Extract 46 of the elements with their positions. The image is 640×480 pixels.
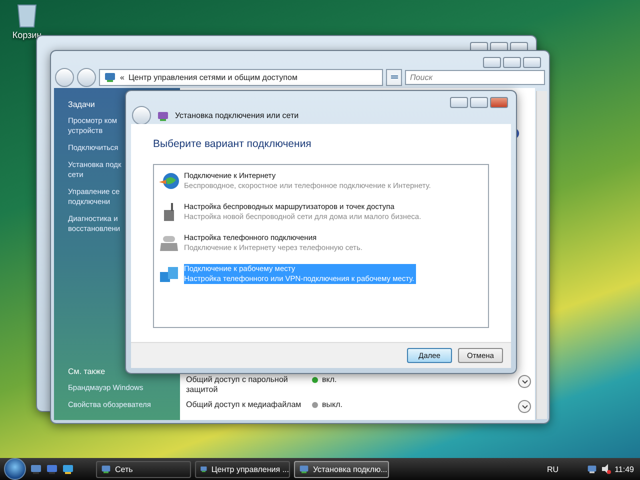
forward-button[interactable] bbox=[77, 68, 96, 86]
breadcrumb-mark: « bbox=[120, 72, 124, 82]
back-button[interactable] bbox=[55, 68, 74, 86]
speaker-icon[interactable] bbox=[600, 464, 611, 474]
chevron-down-icon bbox=[522, 404, 528, 408]
search-field[interactable]: Поиск bbox=[405, 70, 545, 84]
taskbar-button[interactable]: Центр управления ... bbox=[195, 460, 290, 478]
language-indicator[interactable]: RU bbox=[547, 464, 559, 474]
sharing-label: Общий доступ к медиафайлам bbox=[186, 400, 302, 410]
network-icon bbox=[586, 464, 597, 474]
network-icon bbox=[299, 464, 309, 474]
address-bar[interactable]: « Центр управления сетями и общим доступом bbox=[99, 68, 383, 86]
minimize-button[interactable] bbox=[450, 97, 468, 108]
taskbar-button[interactable]: Сеть bbox=[96, 460, 191, 478]
trash-icon[interactable] bbox=[16, 2, 38, 28]
network-icon bbox=[157, 110, 169, 122]
sharing-label: Общий доступ с парольной защитой bbox=[186, 375, 289, 395]
sharing-status: вкл. bbox=[322, 375, 338, 384]
minimize-button[interactable] bbox=[483, 57, 501, 68]
close-button[interactable] bbox=[490, 97, 508, 108]
globe-icon bbox=[158, 171, 180, 191]
network-icon bbox=[104, 71, 116, 83]
desktop-icon bbox=[30, 463, 42, 475]
close-button[interactable] bbox=[523, 57, 541, 68]
clock[interactable]: 11:49 bbox=[614, 464, 634, 474]
dialog-heading: Выберите вариант подключения bbox=[153, 138, 312, 150]
chevron-down-icon bbox=[522, 380, 528, 384]
dialog-title: Установка подключения или сети bbox=[175, 111, 299, 120]
sidebar-heading: Задачи bbox=[68, 100, 96, 109]
office-icon bbox=[158, 264, 180, 284]
taskbar-button[interactable]: Установка подклю... bbox=[294, 460, 389, 478]
back-button[interactable] bbox=[132, 106, 151, 125]
sidebar-heading: См. также bbox=[68, 367, 106, 376]
maximize-button[interactable] bbox=[503, 57, 521, 68]
network-icon bbox=[101, 464, 111, 474]
phone-icon bbox=[158, 233, 180, 253]
scrollbar[interactable] bbox=[536, 91, 547, 419]
expand-button[interactable] bbox=[518, 400, 531, 413]
sharing-status: выкл. bbox=[322, 400, 344, 409]
network-icon bbox=[200, 464, 208, 474]
start-button[interactable] bbox=[4, 458, 26, 480]
address-text: Центр управления сетями и общим доступом bbox=[128, 72, 298, 82]
maximize-button[interactable] bbox=[470, 97, 488, 108]
window-icon bbox=[46, 463, 58, 475]
refresh-button[interactable] bbox=[386, 68, 402, 86]
expand-button[interactable] bbox=[518, 375, 531, 388]
